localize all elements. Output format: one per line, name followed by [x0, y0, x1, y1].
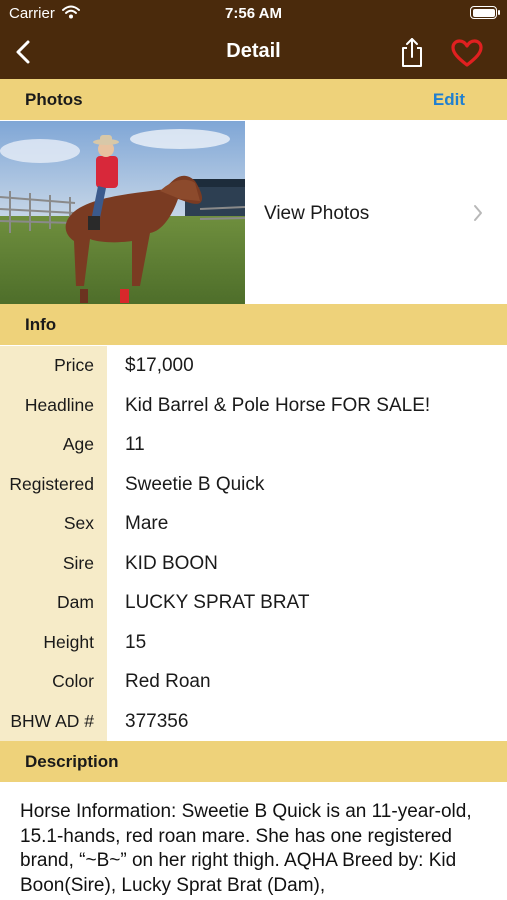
share-icon[interactable]: [398, 36, 426, 68]
info-row-price: Price $17,000: [0, 346, 507, 386]
info-value: 11: [125, 434, 145, 455]
info-label: Price: [54, 355, 94, 375]
info-value: Mare: [125, 513, 169, 534]
horse-photo[interactable]: [0, 121, 245, 304]
status-bar: Carrier 7:56 AM: [0, 0, 507, 28]
edit-button[interactable]: Edit: [433, 90, 465, 110]
info-header: Info: [25, 315, 57, 334]
info-label: Sex: [63, 513, 94, 533]
clock: 7:56 AM: [225, 5, 282, 22]
info-row-headline: Headline Kid Barrel & Pole Horse FOR SAL…: [0, 386, 507, 426]
info-label: BHW AD #: [10, 710, 94, 731]
info-value: KID BOON: [125, 552, 218, 574]
info-section-header: Info: [0, 304, 507, 345]
info-row-ad-number: BHW AD # 377356: [0, 702, 507, 742]
navigation-bar: Carrier 7:56 AM Detail: [0, 0, 507, 79]
photos-section-header: Photos Edit: [0, 79, 507, 120]
info-value: 15: [125, 631, 147, 653]
view-photos-label[interactable]: View Photos: [264, 203, 369, 225]
info-row-dam: Dam LUCKY SPRAT BRAT: [0, 583, 507, 623]
info-row-registered: Registered Sweetie B Quick: [0, 465, 507, 505]
info-value: $17,000: [125, 355, 194, 376]
page-title: Detail: [226, 40, 281, 62]
description-header: Description: [25, 752, 119, 771]
photos-header: Photos: [25, 90, 83, 109]
info-label: Sire: [62, 552, 94, 573]
info-value: Red Roan: [125, 671, 211, 692]
info-label: Headline: [24, 394, 94, 415]
info-row-height: Height 15: [0, 623, 507, 663]
view-photos-row[interactable]: View Photos: [0, 121, 507, 304]
heart-icon[interactable]: [450, 38, 484, 68]
chevron-right-icon: [474, 205, 482, 221]
description-text: Horse Information: Sweetie B Quick is an…: [20, 801, 472, 896]
info-row-color: Color Red Roan: [0, 662, 507, 702]
info-label: Age: [62, 434, 94, 454]
info-row-sire: Sire KID BOON: [0, 544, 507, 584]
battery-icon: [470, 6, 500, 19]
description-section-header: Description: [0, 741, 507, 782]
info-row-age: Age 11: [0, 425, 507, 465]
info-label: Registered: [9, 473, 94, 494]
info-label: Dam: [57, 592, 94, 612]
info-value: LUCKY SPRAT BRAT: [125, 592, 310, 613]
info-value: 377356: [125, 710, 189, 732]
info-value: Sweetie B Quick: [125, 473, 265, 495]
info-table: Price $17,000 Headline Kid Barrel & Pole…: [0, 346, 507, 741]
info-label: Color: [52, 671, 94, 691]
info-label: Height: [43, 631, 94, 652]
info-row-sex: Sex Mare: [0, 504, 507, 544]
info-value: Kid Barrel & Pole Horse FOR SALE!: [125, 394, 431, 416]
